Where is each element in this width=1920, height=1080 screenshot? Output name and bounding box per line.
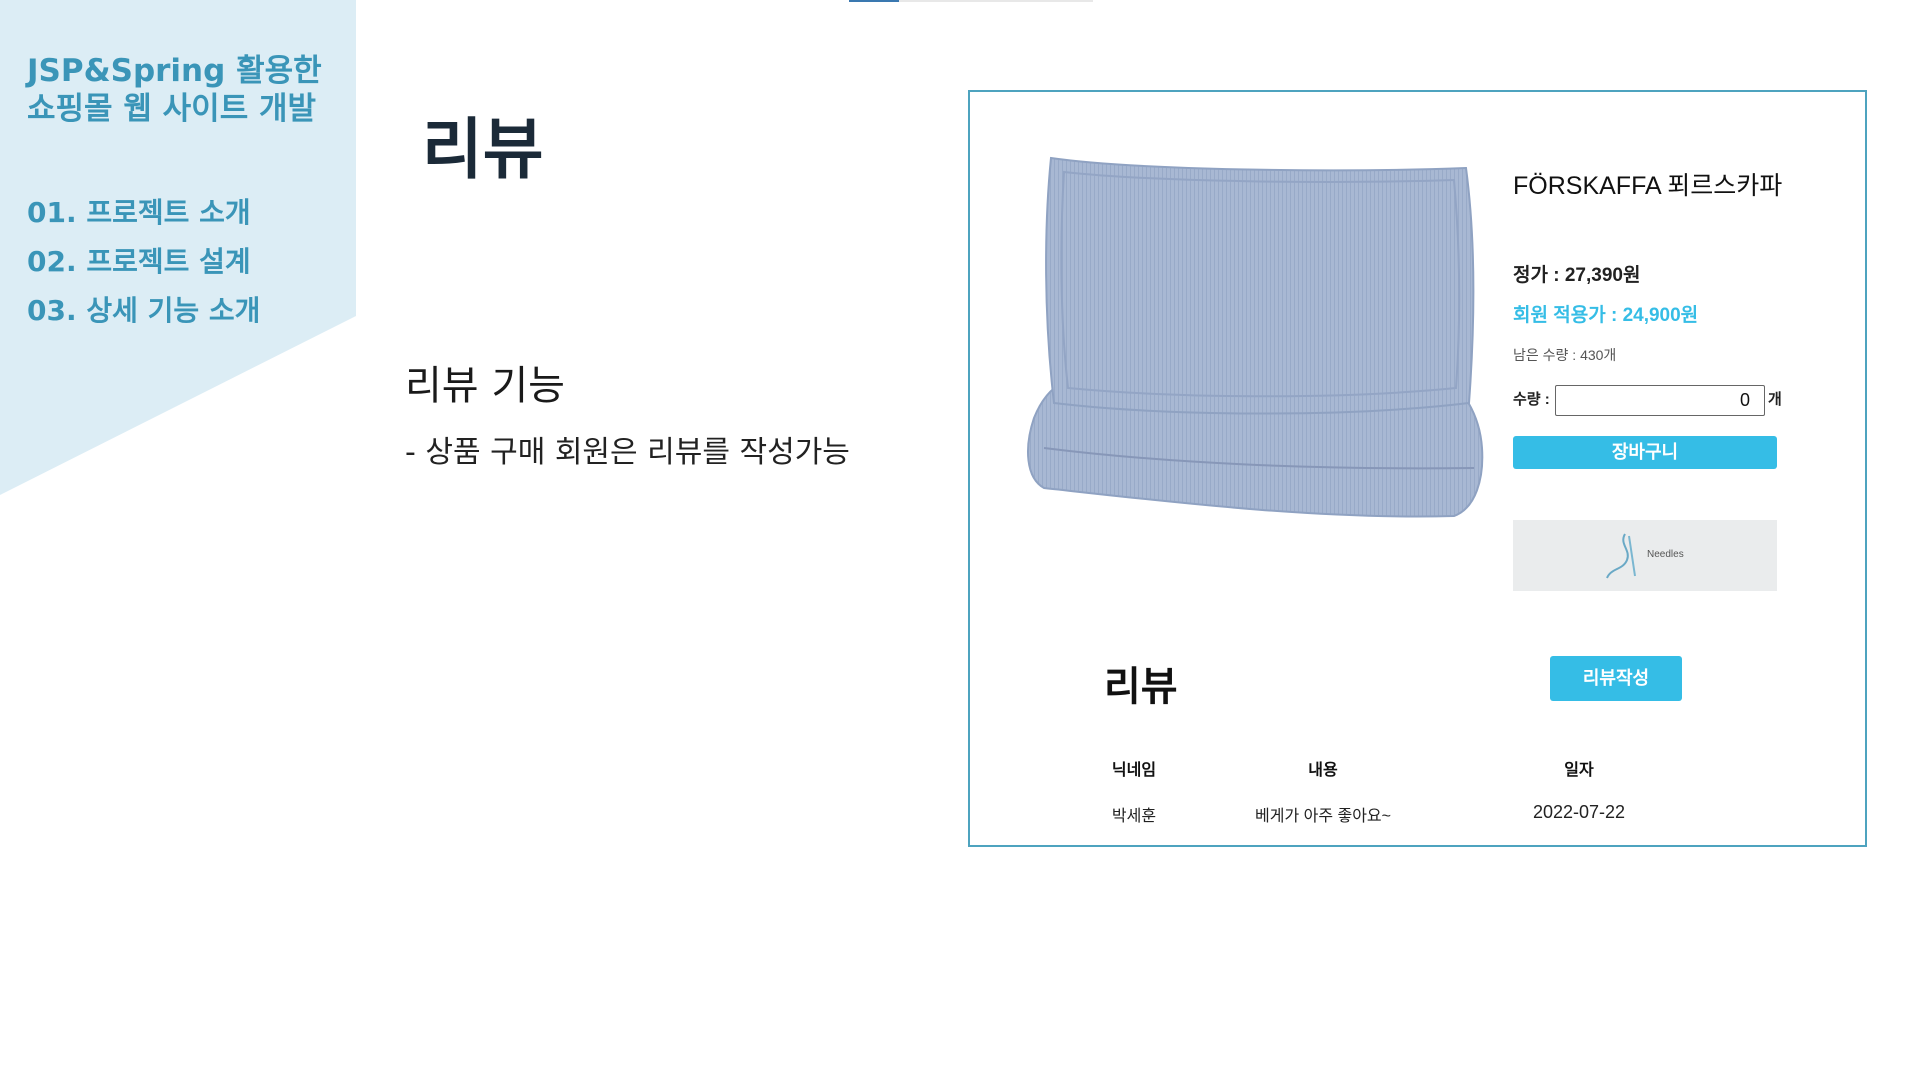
review-content: 베게가 아주 좋아요~ bbox=[1255, 808, 1391, 825]
column-header-nickname: 닉네임 bbox=[1111, 762, 1157, 779]
column-header-content: 내용 bbox=[1308, 762, 1338, 779]
product-page-screenshot: FÖRSKAFFA 푀르스카파 정가 : 27,390원 회원 적용가 : 24… bbox=[968, 90, 1867, 847]
brand-banner: Needles bbox=[1513, 520, 1777, 591]
review-section-title: 리뷰 bbox=[1104, 665, 1178, 709]
side-nav: 01. 프로젝트 소개 02. 프로젝트 설계 03. 상세 기능 소개 bbox=[27, 188, 260, 335]
top-progress-segment bbox=[849, 0, 899, 2]
quantity-unit: 개 bbox=[1768, 391, 1782, 408]
member-price: 회원 적용가 : 24,900원 bbox=[1513, 305, 1699, 326]
section-heading: 리뷰 기능 bbox=[405, 363, 565, 409]
slide-title: 리뷰 bbox=[422, 111, 544, 188]
needle-thread-icon bbox=[1606, 533, 1636, 579]
review-date: 2022-07-22 bbox=[1532, 802, 1626, 822]
section-description: - 상품 구매 회원은 리뷰를 작성가능 bbox=[405, 435, 850, 470]
review-nickname: 박세훈 bbox=[1111, 808, 1157, 825]
product-name: FÖRSKAFFA 푀르스카파 bbox=[1513, 172, 1783, 200]
nav-item-project-design[interactable]: 02. 프로젝트 설계 bbox=[27, 237, 260, 286]
side-panel: JSP&Spring 활용한 쇼핑몰 웹 사이트 개발 01. 프로젝트 소개 … bbox=[0, 0, 356, 495]
nav-item-feature-detail[interactable]: 03. 상세 기능 소개 bbox=[27, 286, 260, 335]
column-header-date: 일자 bbox=[1564, 762, 1594, 779]
stock-remaining: 남은 수량 : 430개 bbox=[1513, 347, 1617, 363]
add-to-cart-button[interactable]: 장바구니 bbox=[1513, 436, 1777, 469]
presentation-title: JSP&Spring 활용한 쇼핑몰 웹 사이트 개발 bbox=[27, 52, 357, 128]
top-progress-marker bbox=[849, 0, 1093, 2]
presentation-title-line2: 쇼핑몰 웹 사이트 개발 bbox=[27, 91, 317, 127]
quantity-input[interactable] bbox=[1555, 385, 1765, 416]
presentation-title-line1: JSP&Spring 활용한 bbox=[27, 53, 322, 89]
write-review-button[interactable]: 리뷰작성 bbox=[1550, 656, 1682, 701]
nav-item-project-intro[interactable]: 01. 프로젝트 소개 bbox=[27, 188, 260, 237]
regular-price: 정가 : 27,390원 bbox=[1513, 265, 1641, 286]
quantity-label: 수량 : bbox=[1513, 391, 1550, 408]
product-image bbox=[1027, 156, 1484, 518]
banner-text: Needles bbox=[1647, 549, 1684, 560]
